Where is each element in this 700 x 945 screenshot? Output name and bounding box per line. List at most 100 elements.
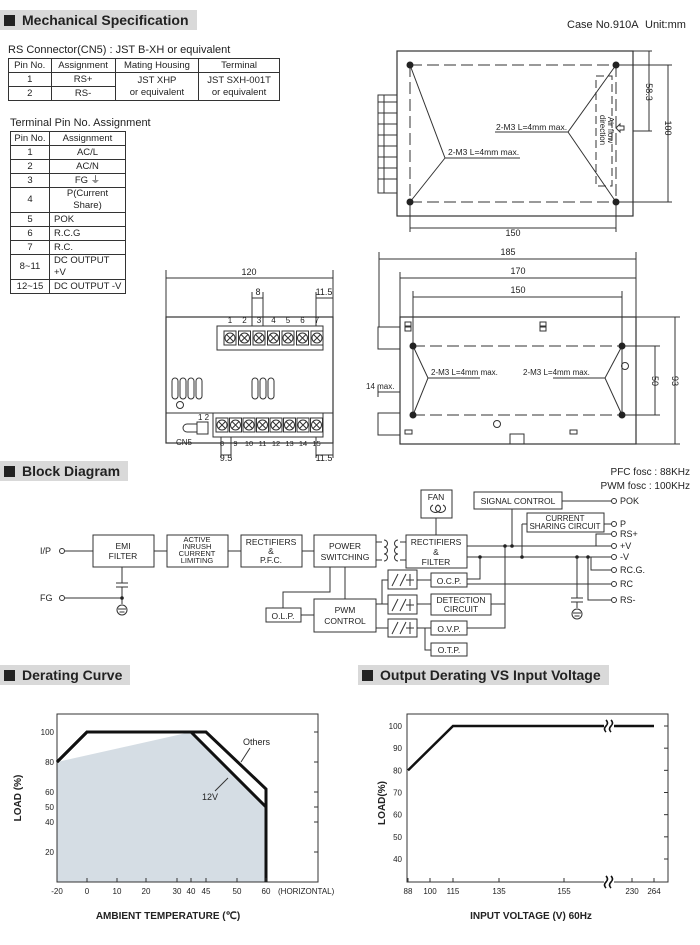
derating-curve-chart: -20 0 10 20 30 40 45 50 60 (HORIZONTAL) 100 80 60 50 4… [13, 713, 335, 922]
x-tick-label: 20 [142, 887, 151, 896]
y-tick-label: 100 [389, 722, 403, 731]
current-sharing-block: SHARING CIRCUIT [529, 522, 600, 531]
block-diagram: PFC fosc : 88KHz PWM fosc : 100KHz EMI F… [40, 467, 690, 657]
y-tick-label: 90 [393, 744, 402, 753]
rectifier-filter-block: & [433, 547, 439, 557]
mounting-holes [406, 61, 626, 419]
vent-slot [171, 377, 179, 400]
screw-note: 2-M3 L=4mm max. [523, 368, 590, 377]
olp-block: O.L.P. [272, 611, 295, 621]
y-tick-label: 40 [393, 855, 402, 864]
vent-slot [195, 377, 203, 400]
dim-label: 11.5 [316, 453, 333, 463]
front-view-drawing [165, 270, 334, 458]
series-label-others: Others [243, 737, 271, 747]
output-derating-chart: 88 100 115 135 155 230 264 100 90 80 70 60 50 40 INPUT… [377, 713, 669, 922]
terminal-pin-number: 9 [233, 439, 237, 448]
x-tick-label: 10 [113, 887, 122, 896]
dim-label: 150 [505, 228, 520, 238]
y-axis-label: LOAD(%) [377, 781, 388, 825]
cn5-pin-numbers: 1 2 [198, 413, 210, 422]
power-switching-block: POWER [329, 541, 361, 551]
x-tick-label: 50 [233, 887, 242, 896]
rectifier-filter-block: FILTER [422, 557, 451, 567]
pfc-frequency: PFC fosc : 88KHz [611, 467, 690, 478]
terminal-pin-number: 2 [242, 316, 247, 325]
screw-icon [176, 401, 184, 409]
terminal-pin-number: 14 [299, 439, 307, 448]
dim-label: 8 [255, 287, 260, 297]
dim-label: 100 [663, 120, 673, 135]
y-axis-label: LOAD (%) [13, 775, 24, 822]
x-tick-label: 230 [625, 887, 639, 896]
ovp-block: O.V.P. [437, 624, 460, 634]
y-tick-label: 60 [393, 811, 402, 820]
terminal-pin-number: 1 [228, 316, 233, 325]
y-tick-label: 60 [45, 788, 54, 797]
terminal-pin-number: 6 [300, 316, 305, 325]
output-label: P [620, 519, 626, 529]
signal-control-block: SIGNAL CONTROL [481, 496, 556, 506]
pwm-frequency: PWM fosc : 100KHz [601, 481, 690, 492]
x-tick-label: 60 [262, 887, 271, 896]
screw-note: 2-M3 L=4mm max. [496, 122, 567, 132]
transformer-icon [383, 539, 399, 562]
rectifier-filter-block: RECTIFIERS [411, 537, 462, 547]
terminal-pin-number: 4 [271, 316, 276, 325]
input-fg-label: FG [40, 593, 53, 603]
emi-filter-block: EMI [115, 541, 130, 551]
plot-frame [406, 713, 669, 883]
dim-label: 185 [500, 247, 515, 257]
x-tick-label: 0 [85, 887, 90, 896]
screw-note: 2-M3 L=4mm max. [431, 368, 498, 377]
terminal-pin-number: 10 [245, 439, 253, 448]
x-tick-label: 155 [557, 887, 571, 896]
terminal-pin-number: 13 [285, 439, 293, 448]
series-line [407, 724, 654, 772]
x-tick-label: -20 [51, 887, 63, 896]
vent-slot [187, 377, 195, 400]
ground-icon [116, 604, 128, 616]
y-tick-label: 50 [45, 803, 54, 812]
x-tick-label: 264 [647, 887, 661, 896]
vent-slot [259, 377, 267, 400]
y-tick-label: 80 [393, 766, 402, 775]
x-tick-label: 30 [173, 887, 182, 896]
output-label: -V [620, 552, 629, 562]
output-label: RS+ [620, 529, 638, 539]
output-label: POK [620, 496, 639, 506]
screw-icon [493, 420, 501, 428]
pfc-block: P.F.C. [260, 555, 282, 565]
y-tick-label: 50 [393, 833, 402, 842]
technical-drawings: 2-M3 L=4mm max. 2-M3 L=4mm max. 150 58.3… [13, 50, 690, 922]
dim-label: 11.5 [316, 287, 333, 297]
y-tick-label: 20 [45, 848, 54, 857]
airflow-arrow-icon [615, 122, 625, 134]
x-axis-note: (HORIZONTAL) [278, 887, 335, 896]
terminal-pin-number: 3 [257, 316, 262, 325]
emi-filter-block: FILTER [109, 551, 138, 561]
vent-slot [267, 377, 275, 400]
optocoupler-icon [391, 573, 414, 635]
x-tick-label: 100 [423, 887, 437, 896]
side-view-drawing [377, 252, 680, 445]
x-tick-label: 45 [202, 887, 211, 896]
airflow-label: direction [598, 115, 607, 145]
dim-label: 170 [510, 266, 525, 276]
detection-block: CIRCUIT [444, 604, 478, 614]
terminal-pin-number: 11 [259, 439, 267, 448]
ocp-block: O.C.P. [437, 576, 461, 586]
ground-icon [571, 608, 583, 620]
vent-slots [171, 330, 324, 433]
y-tick-label: 100 [41, 728, 55, 737]
top-view-drawing [377, 50, 672, 232]
otp-block: O.T.P. [438, 645, 461, 655]
dim-label: 93 [670, 376, 680, 386]
x-tick-label: 135 [492, 887, 506, 896]
output-label: RC.G. [620, 565, 645, 575]
output-label: RS- [620, 595, 636, 605]
power-switching-block: SWITCHING [321, 552, 370, 562]
vent-slot [179, 377, 187, 400]
dim-label: 9.5 [220, 453, 233, 463]
terminal-pin-number: 15 [312, 439, 320, 448]
